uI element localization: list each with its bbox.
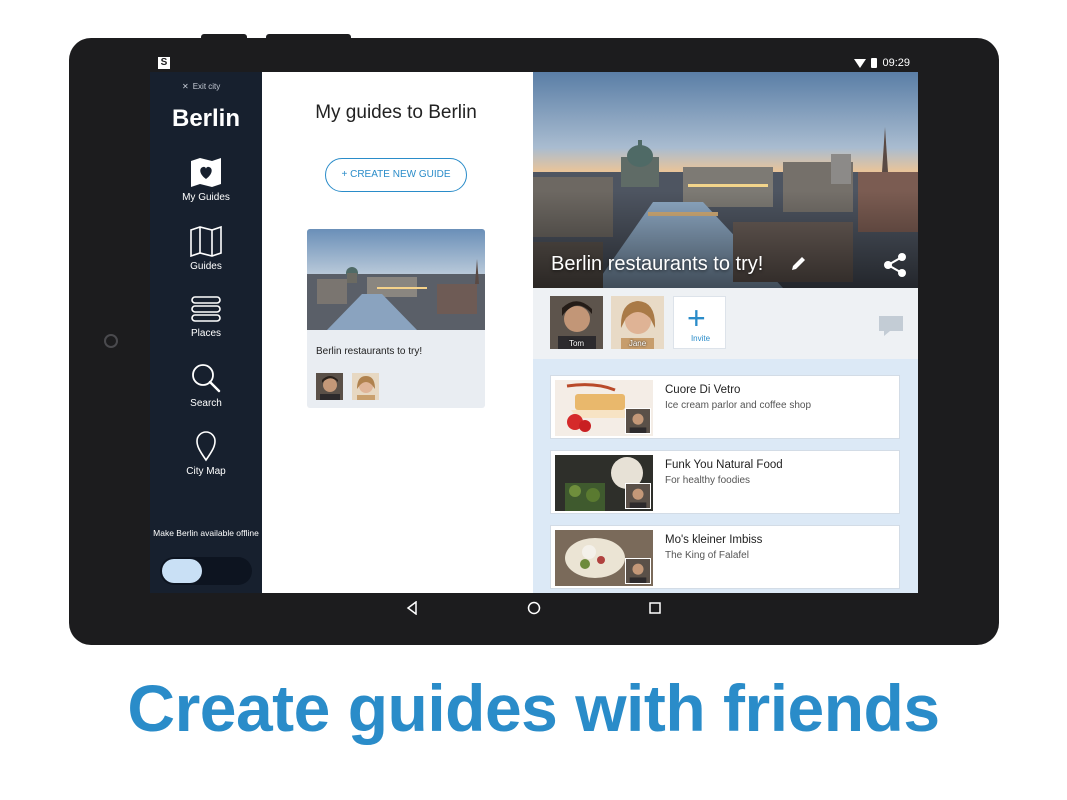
invite-label: Invite	[690, 334, 711, 343]
page-title: My guides to Berlin	[315, 102, 477, 123]
android-navigation-bar	[150, 593, 918, 624]
sidebar-item-label: City Map	[186, 466, 226, 477]
toggle-knob	[162, 559, 202, 583]
list-icon	[191, 296, 221, 322]
sidebar-item-city-map[interactable]: City Map	[150, 430, 262, 477]
guide-hero: Berlin restaurants to try!	[533, 72, 918, 288]
place-card[interactable]: Cuore Di Vetro Ice cream parlor and coff…	[550, 375, 900, 439]
sidebar-item-my-guides[interactable]: My Guides	[150, 156, 262, 203]
comment-icon[interactable]	[878, 315, 904, 337]
sidebar-item-label: Places	[190, 328, 221, 339]
back-icon[interactable]	[405, 601, 419, 615]
wifi-icon	[854, 58, 867, 68]
sidebar-item-label: Guides	[190, 261, 222, 272]
close-icon: ✕	[182, 82, 189, 91]
place-name: Mo's kleiner Imbiss	[665, 534, 763, 546]
status-time: 09:29	[882, 57, 910, 69]
member-name: Tom	[568, 339, 585, 348]
place-description: Ice cream parlor and coffee shop	[665, 400, 812, 411]
guide-cover-image	[307, 229, 485, 330]
place-name: Funk You Natural Food	[665, 459, 783, 471]
member-name: Jane	[628, 339, 647, 348]
my-guides-pane: My guides to Berlin + CREATE NEW GUIDE B…	[262, 72, 533, 593]
home-icon[interactable]	[527, 601, 541, 615]
exit-city-button[interactable]: ✕ Exit city	[182, 82, 220, 91]
search-icon	[192, 364, 221, 393]
share-icon[interactable]	[882, 252, 908, 278]
avatar	[352, 373, 379, 400]
edit-icon[interactable]	[789, 255, 807, 273]
place-description: For healthy foodies	[665, 475, 751, 486]
sidebar-item-places[interactable]: Places	[150, 294, 262, 339]
city-name: Berlin	[171, 105, 240, 132]
guide-detail-pane: Berlin restaurants to try! Tom Jane + In…	[533, 72, 918, 593]
offline-label: Make Berlin available offline	[153, 528, 259, 538]
pin-icon	[196, 431, 216, 462]
app-notification-icon: S	[158, 57, 170, 69]
avatar	[625, 558, 651, 584]
map-icon	[190, 225, 222, 257]
place-card[interactable]: Mo's kleiner Imbiss The King of Falafel	[550, 525, 900, 589]
recents-icon[interactable]	[648, 601, 662, 615]
member-avatar[interactable]: Jane	[611, 296, 664, 349]
member-avatar[interactable]: Tom	[550, 296, 603, 349]
sidebar-item-guides[interactable]: Guides	[150, 225, 262, 272]
place-name: Cuore Di Vetro	[665, 384, 741, 396]
avatar	[316, 373, 343, 400]
battery-icon	[871, 58, 878, 68]
place-card[interactable]: Funk You Natural Food For healthy foodie…	[550, 450, 900, 514]
status-bar: S 09:29	[150, 55, 918, 72]
tagline: Create guides with friends	[127, 671, 940, 745]
guide-title: Berlin restaurants to try!	[551, 253, 764, 275]
app: ✕ Exit city Berlin My Guides Guides Plac…	[150, 72, 918, 593]
offline-toggle[interactable]	[160, 557, 252, 585]
exit-city-label: Exit city	[192, 82, 221, 91]
tablet-camera	[104, 334, 118, 348]
avatar	[625, 408, 651, 434]
tablet-screen: S 09:29 ✕ Exit city Berlin My Guides Gui…	[150, 55, 918, 624]
sidebar: ✕ Exit city Berlin My Guides Guides Plac…	[150, 72, 262, 593]
avatar	[625, 483, 651, 509]
plus-icon: +	[687, 300, 706, 336]
guide-card[interactable]: Berlin restaurants to try!	[307, 229, 485, 408]
map-heart-icon	[191, 158, 221, 187]
place-description: The King of Falafel	[665, 550, 749, 561]
invite-button[interactable]: + Invite	[673, 296, 726, 349]
create-guide-button[interactable]: + CREATE NEW GUIDE	[325, 158, 467, 192]
guide-card-title: Berlin restaurants to try!	[316, 346, 423, 357]
sidebar-item-search[interactable]: Search	[150, 362, 262, 409]
sidebar-item-label: Search	[190, 398, 222, 409]
sidebar-item-label: My Guides	[182, 192, 230, 203]
guide-members: Tom Jane + Invite	[533, 288, 918, 359]
